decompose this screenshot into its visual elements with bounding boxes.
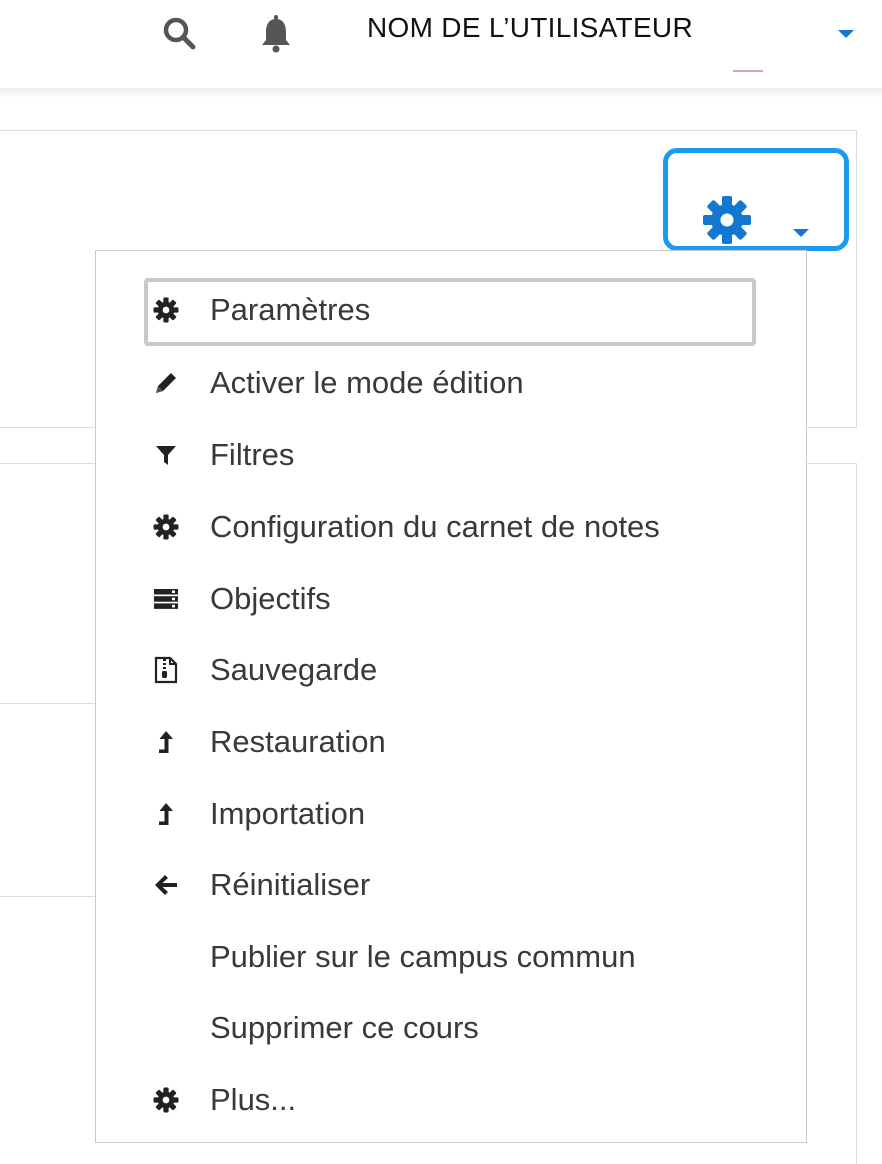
pencil-icon [152, 369, 180, 397]
menu-item-activer-edition[interactable]: Activer le mode édition [96, 352, 806, 414]
search-icon[interactable] [160, 14, 200, 59]
menu-item-parametres[interactable]: Paramètres [96, 278, 806, 346]
bell-icon[interactable] [256, 14, 296, 59]
menu-item-publier-campus[interactable]: Publier sur le campus commun [96, 926, 806, 988]
course-actions-gear-button[interactable] [663, 148, 849, 251]
menu-item-plus[interactable]: Plus... [96, 1069, 806, 1131]
menu-item-label: Supprimer ce cours [210, 1010, 479, 1045]
filter-icon [152, 441, 180, 469]
menu-item-label: Sauvegarde [210, 652, 378, 687]
user-name[interactable]: NOM DE L’UTILISATEUR [367, 12, 693, 44]
menu-item-label: Objectifs [210, 581, 331, 616]
arrow-left-icon [152, 871, 180, 899]
menu-item-label: Activer le mode édition [210, 365, 524, 400]
menu-item-importation[interactable]: Importation [96, 783, 806, 845]
level-up-icon [152, 800, 180, 828]
menu-item-filtres[interactable]: Filtres [96, 424, 806, 486]
menu-item-supprimer-cours[interactable]: Supprimer ce cours [96, 997, 806, 1059]
navbar-shadow [0, 88, 882, 98]
menu-item-reinitialiser[interactable]: Réinitialiser [96, 854, 806, 916]
menu-item-restauration[interactable]: Restauration [96, 711, 806, 773]
caret-down-icon [792, 225, 810, 243]
file-archive-icon [152, 656, 180, 684]
gear-icon [152, 513, 180, 541]
menu-item-sauvegarde[interactable]: Sauvegarde [96, 639, 806, 701]
server-icon [152, 585, 180, 613]
course-actions-menu: Paramètres Activer le mode édition Filtr… [95, 250, 807, 1143]
top-navbar: NOM DE L’UTILISATEUR [0, 0, 882, 88]
content-divider [0, 896, 96, 897]
menu-item-label: Publier sur le campus commun [210, 939, 636, 974]
menu-item-label: Paramètres [210, 292, 371, 327]
level-up-icon [152, 728, 180, 756]
menu-item-label: Filtres [210, 437, 295, 472]
content-divider [0, 703, 96, 704]
gear-icon [702, 195, 752, 250]
menu-item-label: Plus... [210, 1082, 297, 1117]
caret-down-icon[interactable] [836, 27, 856, 45]
avatar[interactable] [733, 70, 763, 72]
gear-icon [152, 296, 180, 324]
menu-item-configuration-carnet[interactable]: Configuration du carnet de notes [96, 496, 806, 558]
menu-item-label: Réinitialiser [210, 867, 371, 902]
gear-icon [152, 1086, 180, 1114]
menu-item-label: Restauration [210, 724, 386, 759]
menu-item-label: Configuration du carnet de notes [210, 509, 660, 544]
menu-item-objectifs[interactable]: Objectifs [96, 568, 806, 630]
menu-item-label: Importation [210, 796, 366, 831]
